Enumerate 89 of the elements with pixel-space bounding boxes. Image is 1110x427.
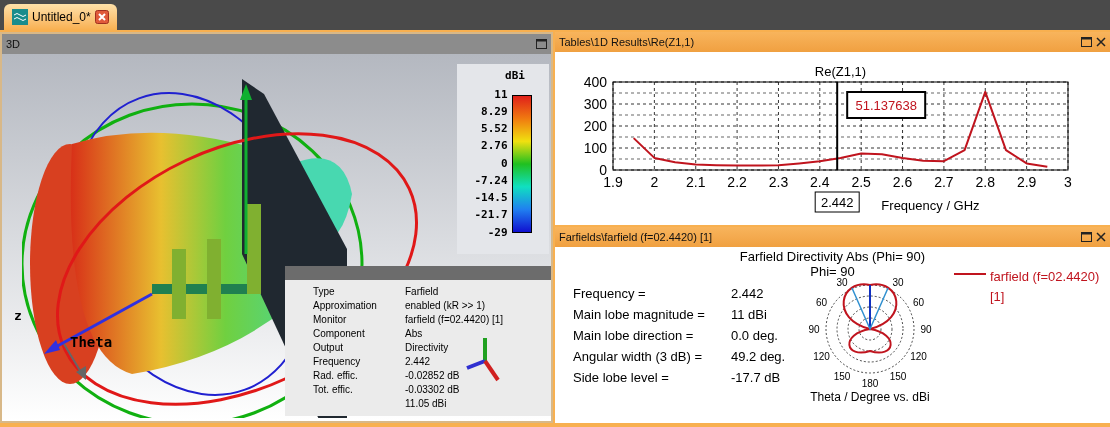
x-tick-label: 2.5 — [851, 174, 871, 190]
legend-tick-label: -14.5 — [474, 192, 508, 204]
x-tick-label: 2.1 — [686, 174, 706, 190]
angle-label: 60 — [912, 297, 924, 308]
close-icon[interactable] — [1096, 37, 1106, 47]
chart-title: Re(Z1,1) — [814, 64, 867, 79]
angle-label: 120 — [813, 351, 830, 362]
stat-label: Side lobe level = — [573, 368, 670, 387]
panel-title: 3D — [6, 36, 21, 52]
info-value: 2.442 — [405, 354, 431, 369]
x-tick-label: 2.6 — [892, 174, 913, 190]
y-tick-label: 200 — [583, 118, 607, 134]
legend-label: farfield (f=02.4420) [1] — [989, 268, 1101, 306]
x-tick-label: 2.2 — [727, 174, 747, 190]
stat-label: Main lobe magnitude = — [573, 305, 706, 324]
marker-line[interactable] — [836, 81, 839, 171]
info-label: Type — [313, 285, 335, 297]
annotation: 51.137638 — [855, 98, 917, 113]
info-label: Tot. effic. — [313, 383, 353, 395]
info-label: Component — [313, 327, 365, 339]
close-icon[interactable] — [1096, 232, 1106, 242]
info-value: Farfield — [405, 284, 439, 299]
info-value: 11.05 dBi — [405, 396, 447, 411]
info-value: Directivity — [405, 340, 449, 355]
legend-tick-label: -21.7 — [474, 209, 508, 222]
info-label: Frequency — [313, 355, 361, 367]
legend-unit: dBi — [505, 68, 525, 84]
y-tick-label: 300 — [583, 96, 607, 112]
maximize-icon[interactable] — [536, 39, 547, 49]
angle-label: 90 — [920, 324, 932, 335]
info-value: Abs — [405, 326, 423, 341]
marker-value-box: 51.137638 — [846, 91, 927, 119]
info-label: Output — [313, 341, 344, 353]
angle-label: 90 — [808, 324, 820, 335]
x-tick-label: 2.3 — [768, 174, 789, 190]
legend-tick-label: 5.52 — [481, 123, 508, 135]
stat-value: 49.2 deg. — [731, 347, 786, 366]
legend-tick-label: 0 — [500, 157, 508, 170]
info-value: farfield (f=02.4420) [1] — [405, 312, 504, 327]
axis-caption: Theta / Degree vs. dBi — [810, 391, 930, 403]
legend-tick-label: 2.76 — [481, 140, 508, 153]
legend-tick-label: -29 — [487, 226, 508, 239]
stat-value: 0.0 deg. — [731, 326, 778, 345]
stat-label: Frequency = — [573, 284, 647, 303]
angle-label: 60 — [815, 297, 827, 308]
axis-label: z — [14, 307, 22, 325]
x-tick-label: 2 — [650, 174, 659, 190]
y-tick-label: 400 — [583, 74, 607, 90]
angle-label: 30 — [892, 277, 904, 289]
wave-icon — [12, 9, 28, 25]
legend-tick-label: -7.24 — [474, 174, 508, 187]
info-value: enabled (kR >> 1) — [405, 298, 486, 313]
angle-label: 30 — [836, 277, 848, 289]
info-label: Approximation — [313, 299, 377, 311]
document-tab[interactable]: Untitled_0* — [4, 4, 117, 30]
angle-label: 180 — [861, 378, 879, 389]
stat-value: -17.7 dB — [731, 368, 781, 387]
info-value: -0.02852 dB — [405, 368, 460, 383]
angle-label: 150 — [889, 370, 907, 382]
marker-x-box: 2.442 — [814, 191, 860, 213]
stat-value: 2.442 — [731, 284, 764, 303]
stat-label: Angular width (3 dB) = — [573, 347, 703, 366]
x-axis-label: Frequency / GHz — [881, 198, 980, 213]
beamwidth-lines — [851, 287, 889, 331]
maximize-icon[interactable] — [1081, 232, 1092, 242]
plot-title: Farfield Directivity Abs (Phi= 90) — [739, 249, 926, 264]
close-icon[interactable] — [94, 10, 109, 24]
info-label: Monitor — [313, 313, 347, 325]
panel-title: Farfields\farfield (f=02.4420) [1] — [559, 229, 713, 245]
axis-triad-icon — [465, 336, 501, 382]
info-value: -0.03302 dB — [405, 382, 460, 397]
x-tick-label: 2.4 — [810, 174, 830, 190]
stat-label: Main lobe direction = — [573, 326, 695, 345]
legend-tick-label: 11 — [494, 88, 508, 101]
x-tick-label: 2.7 — [934, 174, 954, 190]
info-label: Rad. effic. — [313, 369, 358, 381]
x-tick-label: 2.9 — [1016, 174, 1037, 190]
legend-tick-label: 8.29 — [481, 105, 508, 118]
angle-label: 120 — [910, 351, 927, 362]
panel-title: Tables\1D Results\Re(Z1,1) — [559, 34, 695, 50]
y-tick-label: 100 — [583, 140, 607, 156]
angle-label: Theta — [70, 333, 113, 352]
x-tick-label: 3 — [1064, 174, 1072, 190]
angle-label: 150 — [833, 370, 851, 382]
x-tick-label: 2.8 — [975, 174, 995, 190]
plot-subtitle: Phi= 90 — [810, 264, 855, 279]
stat-value: 11 dBi — [731, 305, 767, 324]
maximize-icon[interactable] — [1081, 37, 1092, 47]
tab-title: Untitled_0* — [32, 9, 91, 26]
